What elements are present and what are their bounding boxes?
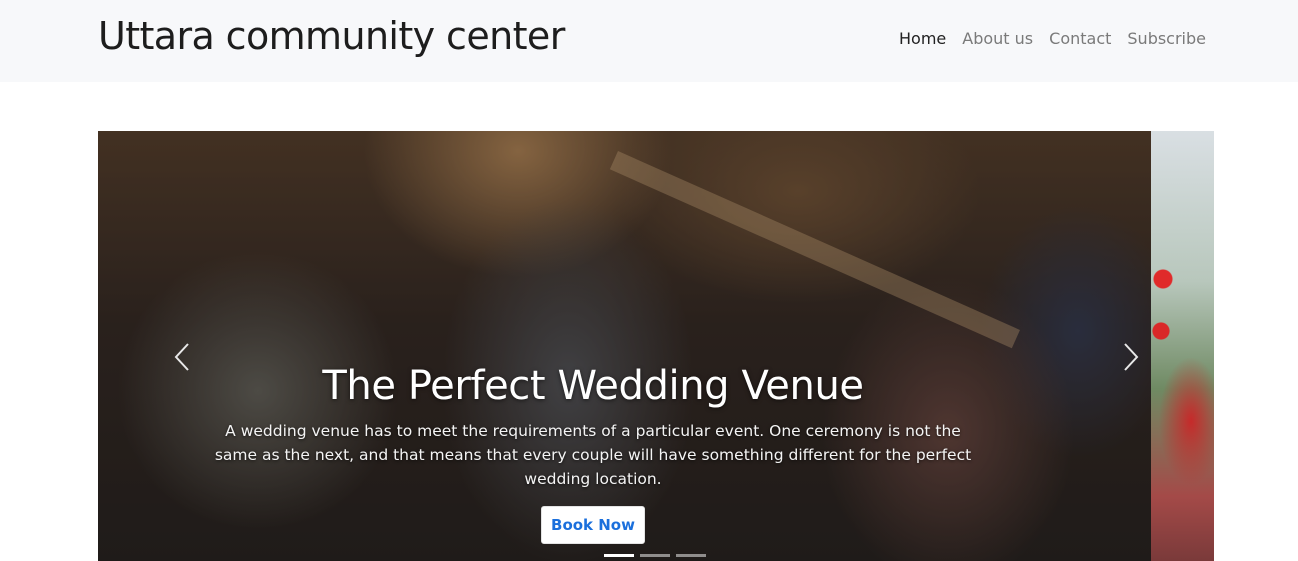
next-slide-preview-image	[1151, 131, 1214, 561]
navbar: Uttara community center Home About us Co…	[0, 0, 1298, 82]
hero-carousel: The Perfect Wedding Venue A wedding venu…	[98, 131, 1214, 561]
carousel-prev-button[interactable]	[168, 342, 198, 372]
chevron-left-icon	[174, 343, 189, 371]
wedding-slide-image: The Perfect Wedding Venue A wedding venu…	[98, 131, 1151, 561]
slide-caption: The Perfect Wedding Venue A wedding venu…	[98, 131, 1098, 561]
book-now-button[interactable]: Book Now	[541, 506, 645, 544]
carousel-indicator-2[interactable]	[640, 554, 670, 557]
chevron-right-icon	[1124, 343, 1139, 371]
nav-contact[interactable]: Contact	[1049, 29, 1111, 48]
nav-home[interactable]: Home	[899, 29, 946, 48]
nav-subscribe[interactable]: Subscribe	[1127, 29, 1206, 48]
nav-about-us[interactable]: About us	[962, 29, 1033, 48]
carousel-indicator-1[interactable]	[604, 554, 634, 557]
slide-title: The Perfect Wedding Venue	[322, 363, 864, 409]
carousel-indicator-3[interactable]	[676, 554, 706, 557]
carousel-indicators	[604, 554, 706, 557]
brand-title[interactable]: Uttara community center	[98, 14, 565, 58]
main-nav: Home About us Contact Subscribe	[899, 29, 1206, 48]
slide-description: A wedding venue has to meet the requirem…	[214, 422, 972, 488]
carousel-next-button[interactable]	[1115, 342, 1145, 372]
